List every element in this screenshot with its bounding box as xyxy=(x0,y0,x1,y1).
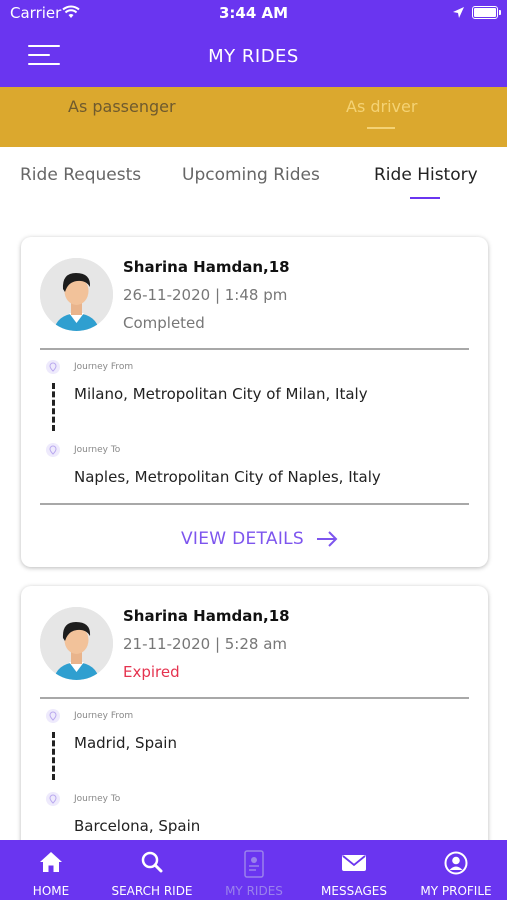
ride-datetime: 26-11-2020 | 1:48 pm xyxy=(123,286,288,304)
home-icon xyxy=(40,852,62,872)
nav-my-profile[interactable]: MY PROFILE xyxy=(410,840,502,900)
rider-name: Sharina Hamdan,18 xyxy=(123,258,290,276)
active-role-indicator xyxy=(367,127,395,129)
app-header: MY RIDES xyxy=(0,26,507,87)
nav-messages[interactable]: MESSAGES xyxy=(310,840,398,900)
divider xyxy=(40,503,469,505)
rides-icon xyxy=(244,850,264,878)
view-details-label: VIEW DETAILS xyxy=(181,529,304,549)
ride-status: Completed xyxy=(123,314,205,332)
journey-from-label: Journey From xyxy=(74,362,134,372)
route-line xyxy=(52,383,55,431)
tab-as-driver[interactable]: As driver xyxy=(346,97,417,116)
ride-datetime: 21-11-2020 | 5:28 am xyxy=(123,635,288,653)
journey-to-label: Journey To xyxy=(74,794,121,804)
journey-to-place: Barcelona, Spain xyxy=(74,817,201,835)
journey-to-place: Naples, Metropolitan City of Naples, Ita… xyxy=(74,468,381,486)
nav-my-profile-label: MY PROFILE xyxy=(420,884,492,898)
avatar xyxy=(40,258,113,331)
journey-from-place: Madrid, Spain xyxy=(74,734,177,752)
battery-icon xyxy=(472,6,501,19)
tab-as-passenger[interactable]: As passenger xyxy=(68,97,176,116)
nav-my-rides-label: MY RIDES xyxy=(225,884,283,898)
ride-tabs: Ride Requests Upcoming Rides Ride Histor… xyxy=(0,147,507,205)
tab-ride-requests[interactable]: Ride Requests xyxy=(20,165,141,185)
ride-card: Sharina Hamdan,18 26-11-2020 | 1:48 pm C… xyxy=(21,237,488,567)
nav-messages-label: MESSAGES xyxy=(321,884,387,898)
divider xyxy=(40,697,469,699)
rider-name: Sharina Hamdan,18 xyxy=(123,607,290,625)
role-tabs: As passenger As driver xyxy=(0,87,507,147)
ride-status: Expired xyxy=(123,663,180,681)
location-pin-icon xyxy=(46,709,60,723)
active-tab-indicator xyxy=(410,197,440,199)
journey-to-label: Journey To xyxy=(74,445,121,455)
journey-from-place: Milano, Metropolitan City of Milan, Ital… xyxy=(74,385,368,403)
nav-search-ride[interactable]: SEARCH RIDE xyxy=(106,840,198,900)
tab-upcoming-rides[interactable]: Upcoming Rides xyxy=(182,165,320,185)
search-icon xyxy=(141,851,163,873)
location-arrow-icon xyxy=(453,7,464,18)
route-line xyxy=(52,732,55,780)
nav-search-ride-label: SEARCH RIDE xyxy=(111,884,193,898)
location-pin-icon xyxy=(46,360,60,374)
avatar xyxy=(40,607,113,680)
nav-home-label: HOME xyxy=(32,884,70,898)
profile-icon xyxy=(444,851,468,875)
arrow-right-icon xyxy=(317,531,338,547)
clock: 3:44 AM xyxy=(218,4,289,22)
tab-ride-history[interactable]: Ride History xyxy=(374,165,478,185)
bottom-nav: HOME SEARCH RIDE MY RIDES MESSAGES MY PR… xyxy=(0,840,507,900)
journey-from-label: Journey From xyxy=(74,711,134,721)
nav-home[interactable]: HOME xyxy=(11,840,91,900)
page-title: MY RIDES xyxy=(208,46,299,67)
divider xyxy=(40,348,469,350)
status-bar: Carrier 3:44 AM xyxy=(0,0,507,26)
location-pin-icon xyxy=(46,443,60,457)
nav-my-rides[interactable]: MY RIDES xyxy=(214,840,294,900)
view-details-button[interactable]: VIEW DETAILS xyxy=(181,529,338,549)
envelope-icon xyxy=(342,855,366,871)
location-pin-icon xyxy=(46,792,60,806)
